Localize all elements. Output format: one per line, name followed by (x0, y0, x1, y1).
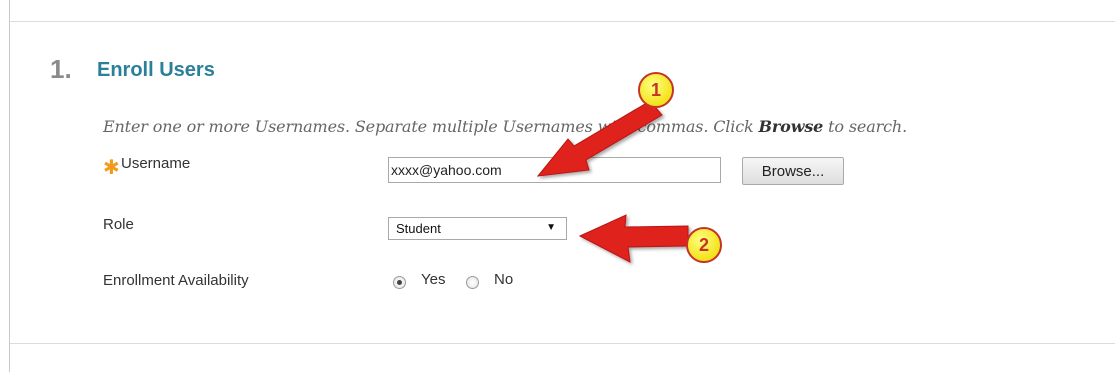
annotation-arrow-2 (578, 214, 689, 263)
annotation-badge-2: 2 (686, 227, 722, 263)
annotation-badge-1: 1 (638, 72, 674, 108)
annotation-arrow-1 (536, 100, 663, 177)
annotation-arrows (536, 100, 689, 263)
